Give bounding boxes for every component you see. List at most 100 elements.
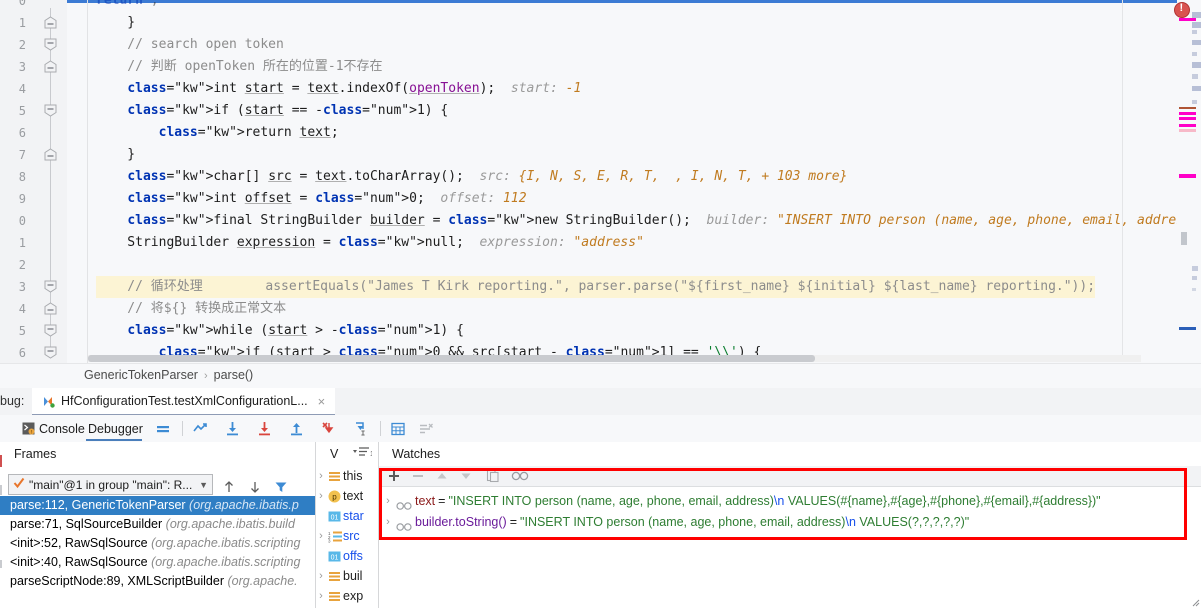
variables-tree-item[interactable]: › p text [316,486,363,506]
line-number: 6 [18,346,26,360]
frames-list-item[interactable]: parse:112, GenericTokenParser (org.apach… [0,496,315,515]
tab-console[interactable]: ! Console [22,419,85,438]
debug-session-tab[interactable]: HfConfigurationTest.testXmlConfiguration… [32,388,336,416]
step-over-button[interactable] [224,419,241,438]
primitive-icon: 01 [328,550,341,563]
chevron-right-icon[interactable]: › [316,470,326,482]
step-out-button[interactable] [320,419,337,438]
chevron-right-icon[interactable]: › [316,530,326,542]
toolbar-divider [182,421,183,436]
evaluate-expression-button[interactable] [390,419,406,438]
breadcrumb-class[interactable]: GenericTokenParser [84,368,198,382]
variables-tree-item[interactable]: 01 offs [316,546,363,566]
watch-value: "INSERT INTO person (name, age, phone, e… [448,494,1101,508]
step-into-button[interactable] [256,419,273,438]
frame-method: parse:71, SqlSourceBuilder [10,517,166,531]
code-line[interactable]: class="kw">while (start > -class="num">1… [96,320,464,342]
code-line[interactable]: // search open token [96,34,284,56]
code-line[interactable]: return ; [96,0,159,12]
frames-list-item[interactable]: <init>:52, RawSqlSource (org.apache.ibat… [0,534,315,553]
code-line[interactable]: } [96,144,135,166]
chevron-right-icon[interactable]: › [316,490,326,502]
code-line[interactable]: class="kw">int start = text.indexOf(open… [96,78,581,100]
code-line[interactable]: } [96,12,135,34]
frames-list-item[interactable]: parseScriptNode:89, XMLScriptBuilder (or… [0,572,315,591]
variables-panel[interactable]: › this › p text 01 star › 1 2 3 src 01 offs › buil › exp [316,466,378,608]
marker-chunk [1192,74,1198,79]
fold-toggle-icon[interactable] [44,302,57,315]
triangle-down-icon [461,473,471,479]
variables-tree-item[interactable]: › 1 2 3 src [316,526,360,546]
code-line[interactable]: class="kw">if (start == -class="num">1) … [96,100,448,122]
watch-eye-icon [396,497,412,510]
layout-settings-button[interactable] [155,419,171,438]
code-line[interactable]: // 判断 openToken 所在的位置-1不存在 [96,56,382,78]
frames-filter-button[interactable] [274,477,288,496]
watch-list-item[interactable]: › builder.toString() = "INSERT INTO perso… [383,512,969,533]
chevron-right-icon[interactable]: › [316,590,326,602]
code-line[interactable]: class="kw">char[] src = text.toCharArray… [96,166,847,188]
code-line[interactable]: // 循环处理 assertEquals("James T Kirk repor… [96,276,1096,298]
code-line[interactable]: class="kw">int offset = class="num">0; o… [96,188,526,210]
chevron-right-icon[interactable]: › [383,512,393,533]
code-text[interactable]: return ; } // search open token // 判断 op… [96,0,1201,360]
fold-toggle-icon[interactable] [44,324,57,337]
chevron-down-icon[interactable]: ▼ [199,480,208,490]
show-execution-point-button[interactable] [192,419,209,438]
frames-up-button[interactable] [222,477,236,496]
fold-toggle-icon[interactable] [44,60,57,73]
fold-toggle-icon[interactable] [44,346,57,359]
variable-name: buil [343,569,363,583]
fold-toggle-icon[interactable] [44,104,57,117]
marker-chunk [1192,86,1201,91]
code-editor[interactable]: 0 1 2 3 4 5 6 7 8 9 0 1 2 3 4 5 6 return ; } // search o… [0,0,1201,363]
fold-toggle-icon[interactable] [44,148,57,161]
close-icon[interactable]: × [318,394,326,409]
code-line[interactable]: class="kw">return text; [96,122,339,144]
step-over-icon [227,422,238,436]
fold-toggle-icon[interactable] [44,16,57,29]
variables-tree-item[interactable]: 01 star [316,506,364,526]
editor-marker-bar[interactable] [1177,0,1201,363]
code-line[interactable]: StringBuilder expression = class="kw">nu… [96,232,644,254]
chevron-right-icon[interactable]: › [316,570,326,582]
remove-watch-button[interactable] [411,469,425,483]
array-icon: 123 [328,530,342,543]
watch-list-item[interactable]: › text = "INSERT INTO person (name, age, … [383,491,1101,512]
fold-toggle-icon[interactable] [44,38,57,51]
move-watch-up-button[interactable] [435,469,449,483]
chevron-right-icon[interactable]: › [383,491,393,512]
frames-list-item[interactable]: parse:71, SqlSourceBuilder (org.apache.i… [0,515,315,534]
watch-eye-button[interactable] [510,469,530,483]
code-line[interactable]: class="kw">final StringBuilder builder =… [96,210,1201,232]
frames-down-button[interactable] [248,477,262,496]
variables-tree-item[interactable]: › buil [316,566,362,586]
error-count-icon[interactable] [1174,2,1190,18]
code-line[interactable]: // 将${} 转换成正常文本 [96,298,286,320]
breadcrumb-method[interactable]: parse() [214,368,254,382]
variable-name: text [343,489,364,503]
thread-selector[interactable]: "main"@1 in group "main": R... ▼ [8,474,213,495]
tab-debugger-underline [86,439,142,441]
variables-tree-item[interactable]: › exp [316,586,363,606]
line-number: 7 [18,148,26,162]
frames-list-item[interactable]: <init>:40, RawSqlSource (org.apache.ibat… [0,553,315,572]
move-watch-down-button[interactable] [459,469,473,483]
idea-debug-screen: 01234567890123456 return ; } // search o… [0,0,1201,608]
resize-grip-icon[interactable] [1190,597,1200,607]
fold-toggle-icon[interactable] [44,280,57,293]
copy-watch-button[interactable] [486,469,500,483]
marker-stripe [1179,107,1196,109]
variables-sort-button[interactable]: 1 [352,446,374,461]
add-watch-button[interactable] [387,469,401,483]
editor-horizontal-scrollbar-thumb[interactable] [88,355,815,362]
force-step-into-button[interactable] [288,419,305,438]
variables-tree-item[interactable]: › this [316,466,362,486]
tab-debugger[interactable]: Debugger [88,419,143,438]
mute-breakpoints-button[interactable] [418,419,434,438]
watches-panel[interactable]: › text = "INSERT INTO person (name, age, … [379,466,1201,608]
debug-tool-window: bug: HfConfigurationTest.testXmlConfigur… [0,388,1201,608]
line-number: 4 [18,82,26,96]
variable-name: src [343,529,360,543]
run-to-cursor-button[interactable] [352,419,369,438]
